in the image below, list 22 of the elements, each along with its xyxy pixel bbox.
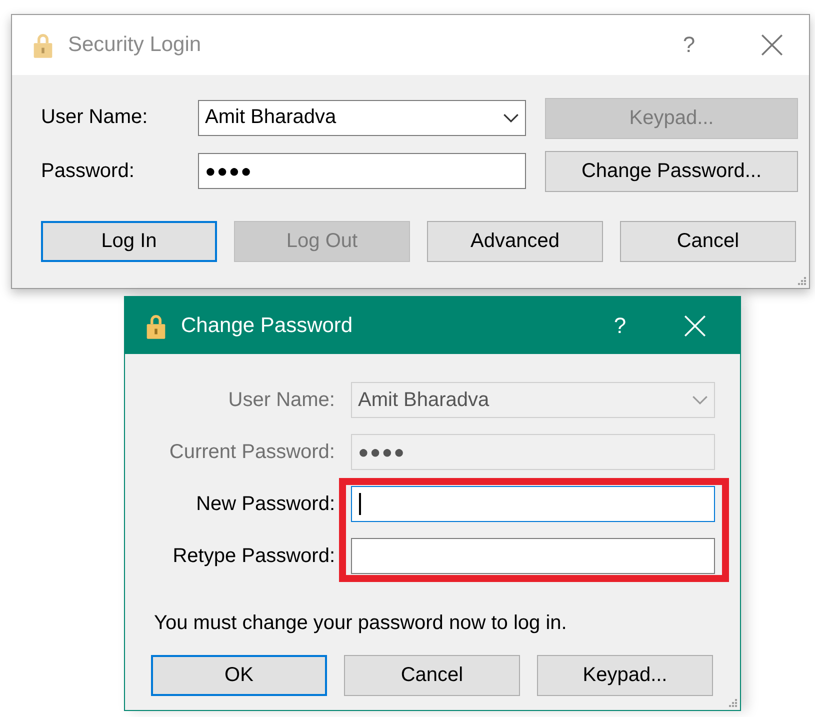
resize-grip-icon xyxy=(798,277,807,286)
field-label: User Name: xyxy=(41,106,149,130)
field-label: New Password: xyxy=(195,492,336,516)
close-icon xyxy=(684,314,706,336)
password-field[interactable] xyxy=(351,538,715,574)
window-title: Security Login xyxy=(68,33,202,57)
chevron-down-icon xyxy=(692,395,708,405)
field-label: Password: xyxy=(41,160,136,183)
field-label: User Name: xyxy=(227,388,336,412)
help-button[interactable]: ? xyxy=(600,306,640,346)
dialog-button[interactable]: Keypad... xyxy=(537,655,713,696)
field-label: Current Password: xyxy=(168,440,336,464)
window-title: Change Password xyxy=(181,314,354,338)
close-icon xyxy=(761,34,783,56)
dialog-button[interactable]: Cancel xyxy=(344,655,520,696)
instruction-text: You must change your password now to log in. xyxy=(154,612,568,635)
password-field[interactable] xyxy=(351,486,715,522)
chevron-down-icon xyxy=(503,112,519,123)
resize-grip-icon xyxy=(729,699,738,708)
field-label: Retype Password: xyxy=(172,544,336,568)
text-cursor xyxy=(359,493,361,515)
dialog-button[interactable]: OK xyxy=(151,655,327,696)
